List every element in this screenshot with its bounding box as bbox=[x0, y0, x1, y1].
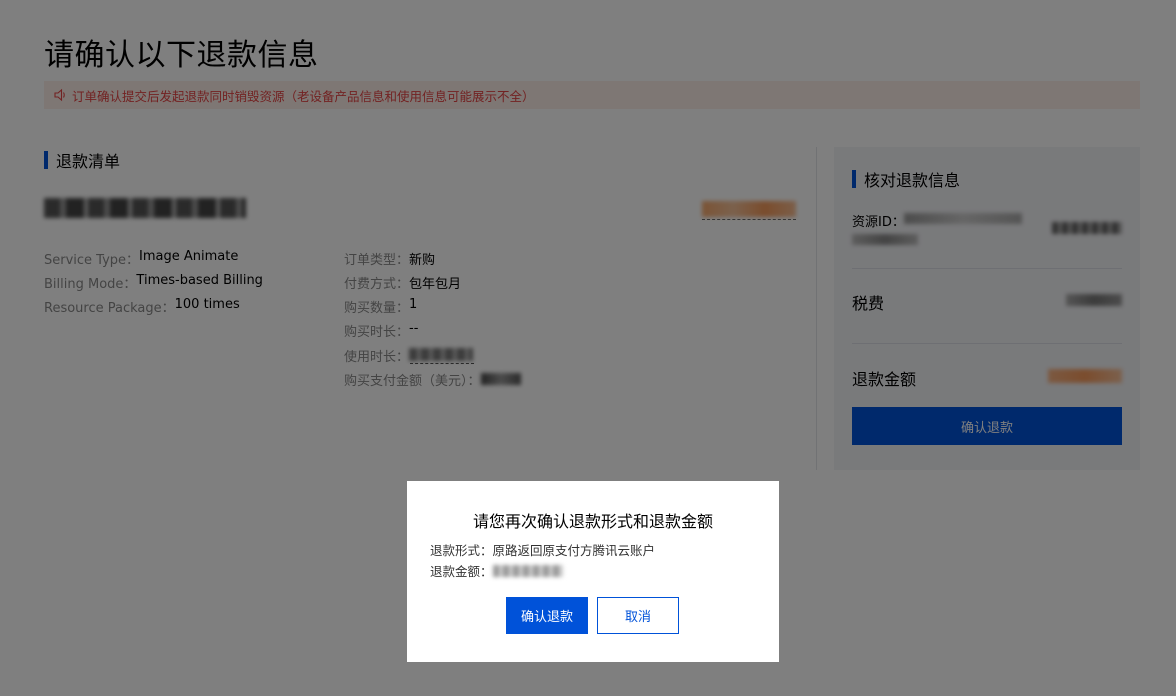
dialog-cancel-button[interactable]: 取消 bbox=[597, 597, 679, 634]
dialog-confirm-refund-button[interactable]: 确认退款 bbox=[506, 597, 588, 634]
dialog-title: 请您再次确认退款形式和退款金额 bbox=[472, 512, 713, 531]
refund-method-label: 退款形式： bbox=[430, 543, 493, 558]
refund-method-row: 退款形式： 原路返回原支付方腾讯云账户 bbox=[430, 540, 655, 559]
refund-amount-label: 退款金额： bbox=[430, 564, 493, 579]
refund-method-value: 原路返回原支付方腾讯云账户 bbox=[492, 543, 656, 558]
refund-amount-row: 退款金额： bbox=[430, 561, 563, 580]
confirm-refund-dialog: 请您再次确认退款形式和退款金额 退款形式： 原路返回原支付方腾讯云账户 退款金额… bbox=[407, 481, 779, 662]
refund-amount-redacted bbox=[492, 564, 563, 577]
